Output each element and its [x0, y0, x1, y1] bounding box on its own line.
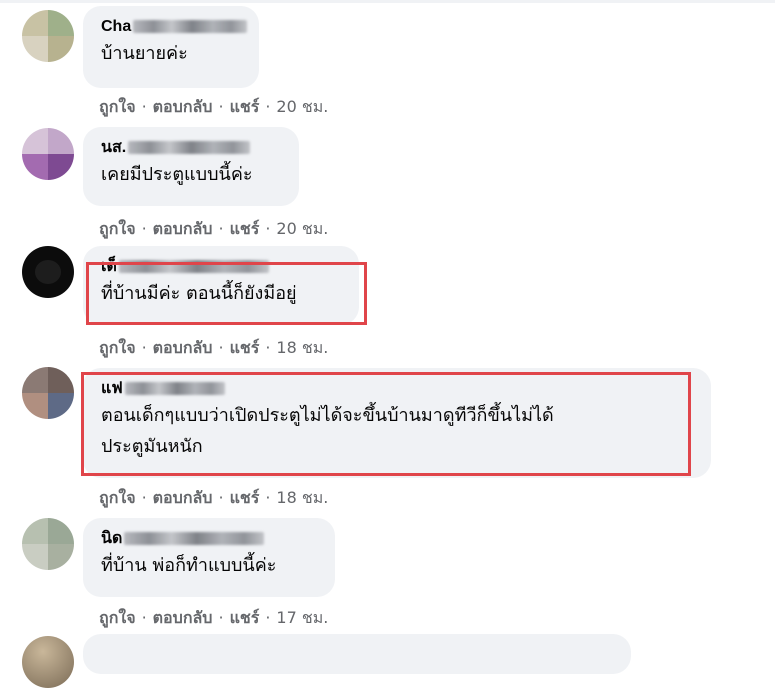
separator: ·	[265, 97, 271, 116]
separator: ·	[141, 488, 147, 507]
separator: ·	[265, 488, 271, 507]
comment-actions: ถูกใจ · ตอบกลับ · แชร์ · 18 ชม.	[99, 336, 328, 361]
top-divider	[0, 0, 775, 3]
reply-link[interactable]: ตอบกลับ	[153, 488, 213, 507]
separator: ·	[218, 338, 224, 357]
share-link[interactable]: แชร์	[230, 338, 260, 357]
like-link[interactable]: ถูกใจ	[99, 608, 136, 627]
separator: ·	[218, 97, 224, 116]
reply-link[interactable]: ตอบกลับ	[153, 338, 213, 357]
separator: ·	[218, 219, 224, 238]
highlight-box	[81, 372, 691, 476]
timestamp[interactable]: 18 ชม.	[276, 488, 328, 507]
separator: ·	[265, 338, 271, 357]
avatar[interactable]	[22, 518, 74, 570]
reply-link[interactable]: ตอบกลับ	[153, 608, 213, 627]
separator: ·	[265, 608, 271, 627]
separator: ·	[218, 488, 224, 507]
highlight-box	[86, 262, 367, 325]
author-name-blurred	[128, 141, 251, 155]
author-name-blurred	[124, 532, 265, 546]
like-link[interactable]: ถูกใจ	[99, 338, 136, 357]
comment-actions: ถูกใจ · ตอบกลับ · แชร์ · 20 ชม.	[99, 95, 328, 120]
comment-author[interactable]: นส.	[101, 137, 283, 159]
comment-text: บ้านยายค่ะ	[101, 43, 188, 64]
reply-link[interactable]: ตอบกลับ	[153, 219, 213, 238]
comment-bubble	[83, 634, 631, 674]
comment-bubble: Cha บ้านยายค่ะ	[83, 6, 259, 88]
avatar[interactable]	[22, 10, 74, 62]
timestamp[interactable]: 20 ชม.	[276, 97, 328, 116]
comment-author[interactable]: นิด	[101, 528, 319, 550]
comment-text: เคยมีประตูแบบนี้ค่ะ	[101, 164, 253, 185]
share-link[interactable]: แชร์	[230, 608, 260, 627]
separator: ·	[141, 338, 147, 357]
reply-link[interactable]: ตอบกลับ	[153, 97, 213, 116]
separator: ·	[265, 219, 271, 238]
like-link[interactable]: ถูกใจ	[99, 488, 136, 507]
timestamp[interactable]: 17 ชม.	[276, 608, 328, 627]
share-link[interactable]: แชร์	[230, 219, 260, 238]
timestamp[interactable]: 20 ชม.	[276, 219, 328, 238]
separator: ·	[218, 608, 224, 627]
separator: ·	[141, 219, 147, 238]
comment-bubble: นส. เคยมีประตูแบบนี้ค่ะ	[83, 127, 299, 206]
comment-actions: ถูกใจ · ตอบกลับ · แชร์ · 18 ชม.	[99, 486, 328, 511]
share-link[interactable]: แชร์	[230, 97, 260, 116]
like-link[interactable]: ถูกใจ	[99, 219, 136, 238]
comment-actions: ถูกใจ · ตอบกลับ · แชร์ · 17 ชม.	[99, 606, 328, 631]
separator: ·	[141, 608, 147, 627]
comment-text: ที่บ้าน พ่อก็ทำแบบนี้ค่ะ	[101, 555, 277, 576]
comment-actions: ถูกใจ · ตอบกลับ · แชร์ · 20 ชม.	[99, 217, 328, 242]
comment-author[interactable]: Cha	[101, 16, 248, 38]
avatar[interactable]	[22, 246, 74, 298]
share-link[interactable]: แชร์	[230, 488, 260, 507]
timestamp[interactable]: 18 ชม.	[276, 338, 328, 357]
comment-bubble: นิด ที่บ้าน พ่อก็ทำแบบนี้ค่ะ	[83, 518, 335, 597]
separator: ·	[141, 97, 147, 116]
like-link[interactable]: ถูกใจ	[99, 97, 136, 116]
avatar[interactable]	[22, 367, 74, 419]
author-name-blurred	[133, 20, 248, 34]
avatar[interactable]	[22, 128, 74, 180]
